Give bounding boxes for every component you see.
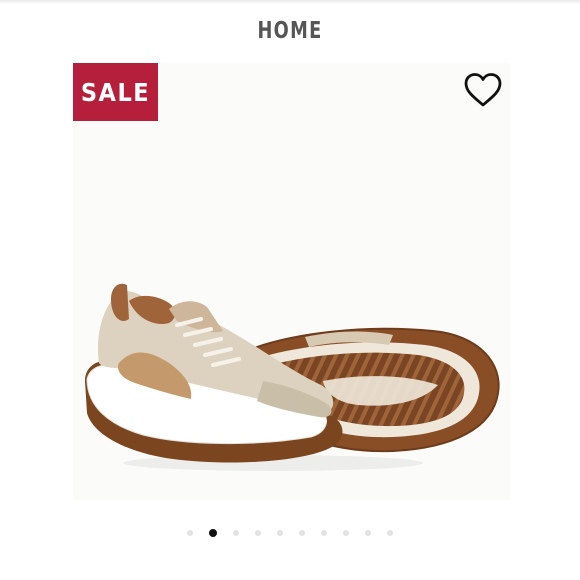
sale-badge: SALE: [73, 63, 158, 121]
heart-outline-icon: [464, 73, 502, 107]
product-image: [85, 283, 500, 471]
carousel-dot[interactable]: [299, 530, 305, 536]
carousel-dot[interactable]: [365, 530, 371, 536]
carousel-dot[interactable]: [255, 530, 261, 536]
page-title: HOME: [257, 18, 323, 44]
carousel-dot[interactable]: [387, 530, 393, 536]
carousel-dot[interactable]: [343, 530, 349, 536]
top-divider: [0, 0, 580, 4]
carousel-dot[interactable]: [321, 530, 327, 536]
wishlist-button[interactable]: [463, 72, 503, 108]
carousel-dot-active[interactable]: [209, 529, 217, 537]
carousel-dot[interactable]: [277, 530, 283, 536]
carousel-dot[interactable]: [187, 530, 193, 536]
carousel-indicators: [0, 528, 580, 538]
carousel-dot[interactable]: [233, 530, 239, 536]
